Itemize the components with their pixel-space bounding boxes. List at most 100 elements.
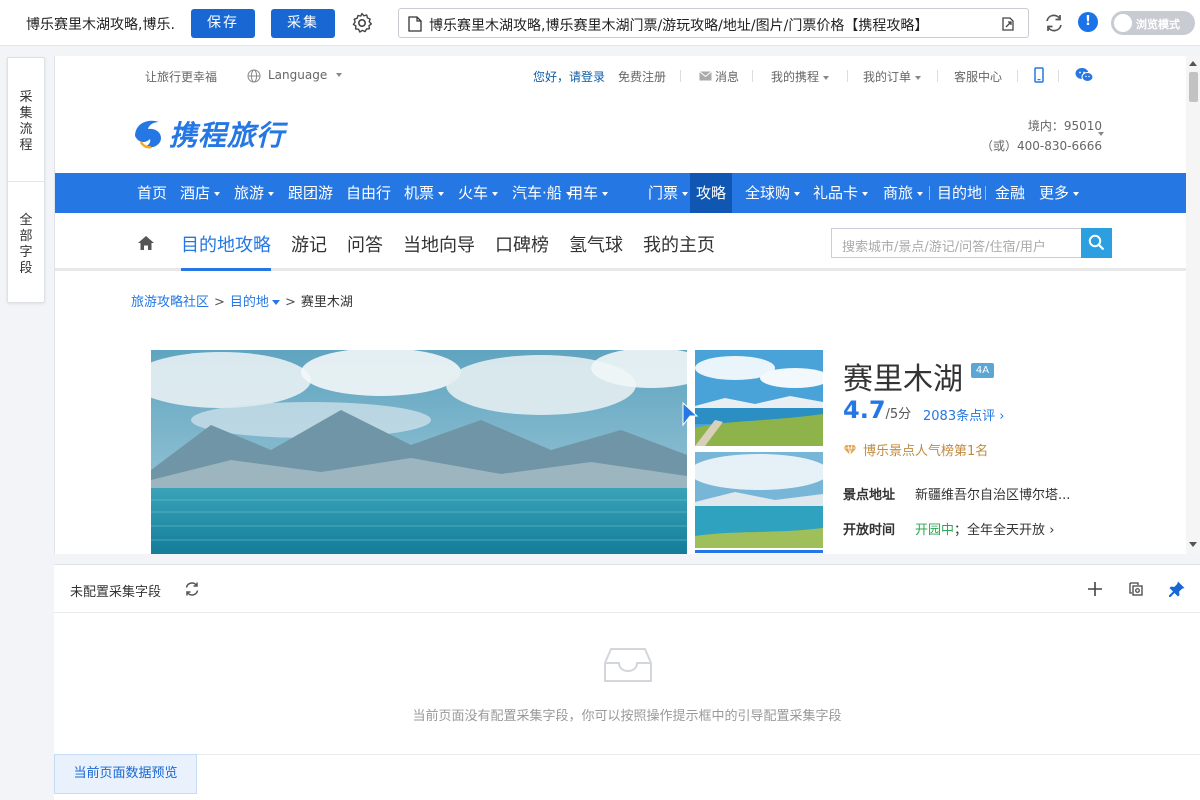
nav-item-1[interactable]: 酒店 bbox=[180, 173, 221, 213]
chevron-right-icon: › bbox=[1049, 523, 1055, 538]
nav-item-2[interactable]: 旅游 bbox=[234, 173, 275, 213]
scroll-up-arrow[interactable] bbox=[1189, 61, 1197, 66]
search-icon bbox=[1088, 234, 1105, 251]
subnav-item-3[interactable]: 当地向导 bbox=[403, 231, 475, 257]
nav-item-4[interactable]: 自由行 bbox=[346, 173, 391, 213]
chevron-down-icon bbox=[823, 75, 830, 80]
tab-all-fields[interactable]: 全部字段 bbox=[8, 213, 44, 277]
subnav-item-5[interactable]: 氢气球 bbox=[569, 231, 623, 257]
hours-value[interactable]: 开园中；全年全天开放 › bbox=[915, 519, 1054, 538]
mouse-cursor-icon bbox=[682, 402, 699, 427]
site-search-input[interactable]: 搜索城市/景点/游记/问答/住宿/用户 bbox=[831, 228, 1082, 258]
hotline: 境内：95010 （或）400-830-6666 bbox=[981, 116, 1102, 156]
language-label: Language bbox=[268, 68, 328, 82]
subnav-item-4[interactable]: 口碑榜 bbox=[495, 231, 549, 257]
customer-service-link[interactable]: 客服中心 bbox=[954, 68, 1002, 85]
divider bbox=[54, 754, 1200, 755]
breadcrumb-destination[interactable]: 目的地 bbox=[230, 295, 269, 310]
popularity-rank[interactable]: 博乐景点人气榜第1名 bbox=[843, 440, 988, 459]
divider bbox=[1017, 70, 1018, 82]
nav-item-13[interactable]: 商旅 bbox=[883, 173, 924, 213]
attraction-thumbnail[interactable] bbox=[695, 452, 823, 548]
attraction-thumbnail[interactable] bbox=[695, 350, 823, 446]
subnav-item-6[interactable]: 我的主页 bbox=[643, 231, 715, 257]
caret-down-icon[interactable] bbox=[271, 300, 280, 305]
side-divider bbox=[8, 181, 44, 182]
login-link[interactable]: 您好，请登录 bbox=[533, 68, 605, 85]
add-icon[interactable] bbox=[1086, 580, 1104, 598]
divider bbox=[937, 70, 938, 82]
subnav-item-0[interactable]: 目的地攻略 bbox=[181, 231, 271, 257]
refresh-icon[interactable] bbox=[183, 580, 201, 598]
chevron-down-icon bbox=[682, 191, 689, 196]
my-trip-label: 我的携程 bbox=[771, 70, 820, 84]
address-label: 景点地址 bbox=[843, 488, 896, 503]
page-scrollbar[interactable] bbox=[1186, 56, 1200, 554]
alert-icon[interactable]: ! bbox=[1078, 12, 1098, 32]
gear-icon[interactable] bbox=[350, 11, 374, 35]
breadcrumb-separator: > bbox=[284, 295, 296, 310]
address-value: 新疆维吾尔自治区博尔塔... bbox=[915, 488, 1071, 503]
breadcrumb-separator: > bbox=[214, 295, 225, 310]
url-bar[interactable]: 博乐赛里木湖攻略,博乐赛里木湖门票/游玩攻略/地址/图片/门票价格【携程攻略】 bbox=[398, 8, 1029, 38]
nav-item-7[interactable]: 汽车·船 bbox=[512, 173, 572, 213]
data-preview-tab[interactable]: 当前页面数据预览 bbox=[54, 754, 197, 794]
browser-viewport: 让旅行更幸福 Language 您好，请登录 免费注册 消息 我的携程 我的订单… bbox=[54, 56, 1200, 554]
browse-mode-toggle[interactable]: 浏览模式 bbox=[1111, 11, 1195, 35]
nav-item-label: 汽车·船 bbox=[512, 184, 562, 202]
nav-item-12[interactable]: 礼品卡 bbox=[813, 173, 869, 213]
scroll-thumb[interactable] bbox=[1189, 72, 1198, 102]
nav-item-11[interactable]: 全球购 bbox=[745, 173, 801, 213]
nav-item-3[interactable]: 跟团游 bbox=[288, 173, 333, 213]
my-orders-menu[interactable]: 我的订单 bbox=[863, 68, 922, 85]
nav-item-label: 更多 bbox=[1039, 184, 1070, 202]
nav-item-14[interactable]: 目的地 bbox=[937, 173, 982, 213]
my-orders-label: 我的订单 bbox=[863, 70, 912, 84]
nav-item-label: 自由行 bbox=[346, 184, 392, 202]
reviews-link[interactable]: 2083条点评 › bbox=[923, 405, 1004, 424]
nav-item-0[interactable]: 首页 bbox=[137, 173, 167, 213]
settings-copy-icon[interactable] bbox=[1127, 580, 1145, 598]
chevron-down-icon bbox=[492, 191, 499, 196]
hotline-domestic: 境内：95010 bbox=[1027, 119, 1102, 133]
home-icon[interactable] bbox=[137, 235, 155, 251]
chevron-down-icon[interactable] bbox=[1098, 132, 1104, 136]
hotline-alt: （或）400-830-6666 bbox=[980, 139, 1102, 153]
nav-item-label: 目的地 bbox=[937, 184, 983, 202]
attraction-main-photo[interactable] bbox=[151, 350, 687, 554]
register-link[interactable]: 免费注册 bbox=[618, 68, 666, 85]
nav-item-label: 全球购 bbox=[745, 184, 791, 202]
nav-item-10[interactable]: 攻略 bbox=[690, 173, 733, 213]
chevron-down-icon bbox=[862, 191, 869, 196]
wechat-icon[interactable] bbox=[1075, 67, 1094, 83]
app-toolbar: 博乐赛里木湖攻略,博乐... 保存 采集 博乐赛里木湖攻略,博乐赛里木湖门票/游… bbox=[0, 0, 1200, 46]
attraction-name: 赛里木湖 bbox=[843, 362, 963, 397]
nav-item-5[interactable]: 机票 bbox=[404, 173, 445, 213]
pin-icon[interactable] bbox=[1168, 580, 1186, 598]
nav-item-6[interactable]: 火车 bbox=[458, 173, 499, 213]
nav-item-15[interactable]: 金融 bbox=[995, 173, 1025, 213]
open-external-icon[interactable] bbox=[1000, 16, 1016, 32]
dolphin-logo-icon bbox=[135, 120, 161, 149]
tab-collect-flow[interactable]: 采集流程 bbox=[8, 90, 44, 154]
nav-item-9[interactable]: 门票 bbox=[648, 173, 689, 213]
chevron-right-icon: › bbox=[999, 409, 1005, 424]
scroll-down-arrow[interactable] bbox=[1189, 542, 1197, 547]
save-button[interactable]: 保存 bbox=[191, 9, 255, 38]
subnav-item-1[interactable]: 游记 bbox=[291, 231, 327, 257]
breadcrumb-community[interactable]: 旅游攻略社区 bbox=[131, 295, 209, 310]
hours-separator: ； bbox=[954, 523, 968, 538]
fields-panel: 未配置采集字段 当前页面没有配置采集字段，你可以按照操作提示框中的引导配置采集字… bbox=[54, 564, 1200, 800]
nav-item-16[interactable]: 更多 bbox=[1039, 173, 1080, 213]
rating-scale: /5分 bbox=[885, 407, 912, 422]
page-tab-title[interactable]: 博乐赛里木湖攻略,博乐... bbox=[26, 14, 176, 34]
search-button[interactable] bbox=[1081, 228, 1112, 258]
collect-button[interactable]: 采集 bbox=[271, 9, 335, 38]
nav-item-8[interactable]: 用车 bbox=[568, 173, 609, 213]
my-trip-menu[interactable]: 我的携程 bbox=[771, 68, 830, 85]
refresh-icon[interactable] bbox=[1043, 12, 1065, 34]
empty-state-message: 当前页面没有配置采集字段，你可以按照操作提示框中的引导配置采集字段 bbox=[412, 709, 842, 724]
mobile-icon[interactable] bbox=[1034, 67, 1044, 83]
divider bbox=[752, 70, 753, 82]
subnav-item-2[interactable]: 问答 bbox=[347, 231, 383, 257]
